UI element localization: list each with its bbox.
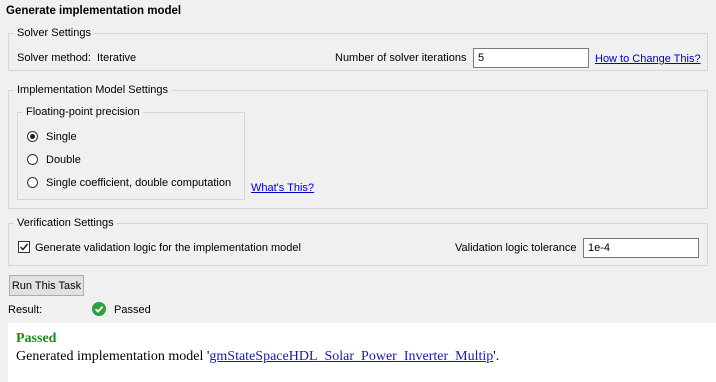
model-link[interactable]: gmStateSpaceHDL_Solar_Power_Inverter_Mul… bbox=[209, 349, 493, 364]
checkmark-icon bbox=[19, 243, 29, 251]
report-status: Passed bbox=[16, 331, 57, 346]
precision-single-radio[interactable] bbox=[27, 131, 38, 142]
panel-title: Generate implementation model bbox=[6, 5, 182, 17]
passed-check-icon bbox=[92, 302, 106, 316]
result-report: Passed Generated implementation model 'g… bbox=[8, 323, 716, 382]
verification-settings-legend: Verification Settings bbox=[14, 217, 117, 229]
precision-mixed-radio[interactable] bbox=[27, 177, 38, 188]
result-label: Result: bbox=[8, 304, 43, 316]
precision-double-radio[interactable] bbox=[27, 154, 38, 165]
report-message: Generated implementation model 'gmStateS… bbox=[16, 349, 499, 365]
precision-mixed-label[interactable]: Single coefficient, double computation bbox=[46, 177, 231, 189]
validation-logic-label[interactable]: Generate validation logic for the implem… bbox=[35, 242, 301, 254]
run-this-task-button[interactable]: Run This Task bbox=[9, 275, 84, 296]
report-message-prefix: Generated implementation model ' bbox=[16, 349, 210, 364]
precision-legend: Floating-point precision bbox=[23, 106, 143, 118]
solver-method-label: Solver method: bbox=[17, 52, 91, 64]
precision-single-label[interactable]: Single bbox=[46, 131, 77, 143]
solver-settings-legend: Solver Settings bbox=[14, 27, 94, 39]
solver-iterations-label: Number of solver iterations bbox=[335, 52, 467, 64]
solver-iterations-input[interactable] bbox=[473, 48, 589, 68]
result-status: Passed bbox=[114, 304, 151, 316]
solver-method-value: Iterative bbox=[97, 52, 137, 64]
tolerance-label: Validation logic tolerance bbox=[455, 242, 577, 254]
tolerance-input[interactable] bbox=[583, 238, 699, 258]
validation-logic-checkbox[interactable] bbox=[18, 241, 30, 253]
precision-double-label[interactable]: Double bbox=[46, 154, 81, 166]
how-to-change-link[interactable]: How to Change This? bbox=[595, 53, 701, 65]
implementation-settings-legend: Implementation Model Settings bbox=[14, 84, 172, 96]
report-message-suffix: '. bbox=[493, 349, 500, 364]
whats-this-link[interactable]: What's This? bbox=[251, 182, 314, 194]
